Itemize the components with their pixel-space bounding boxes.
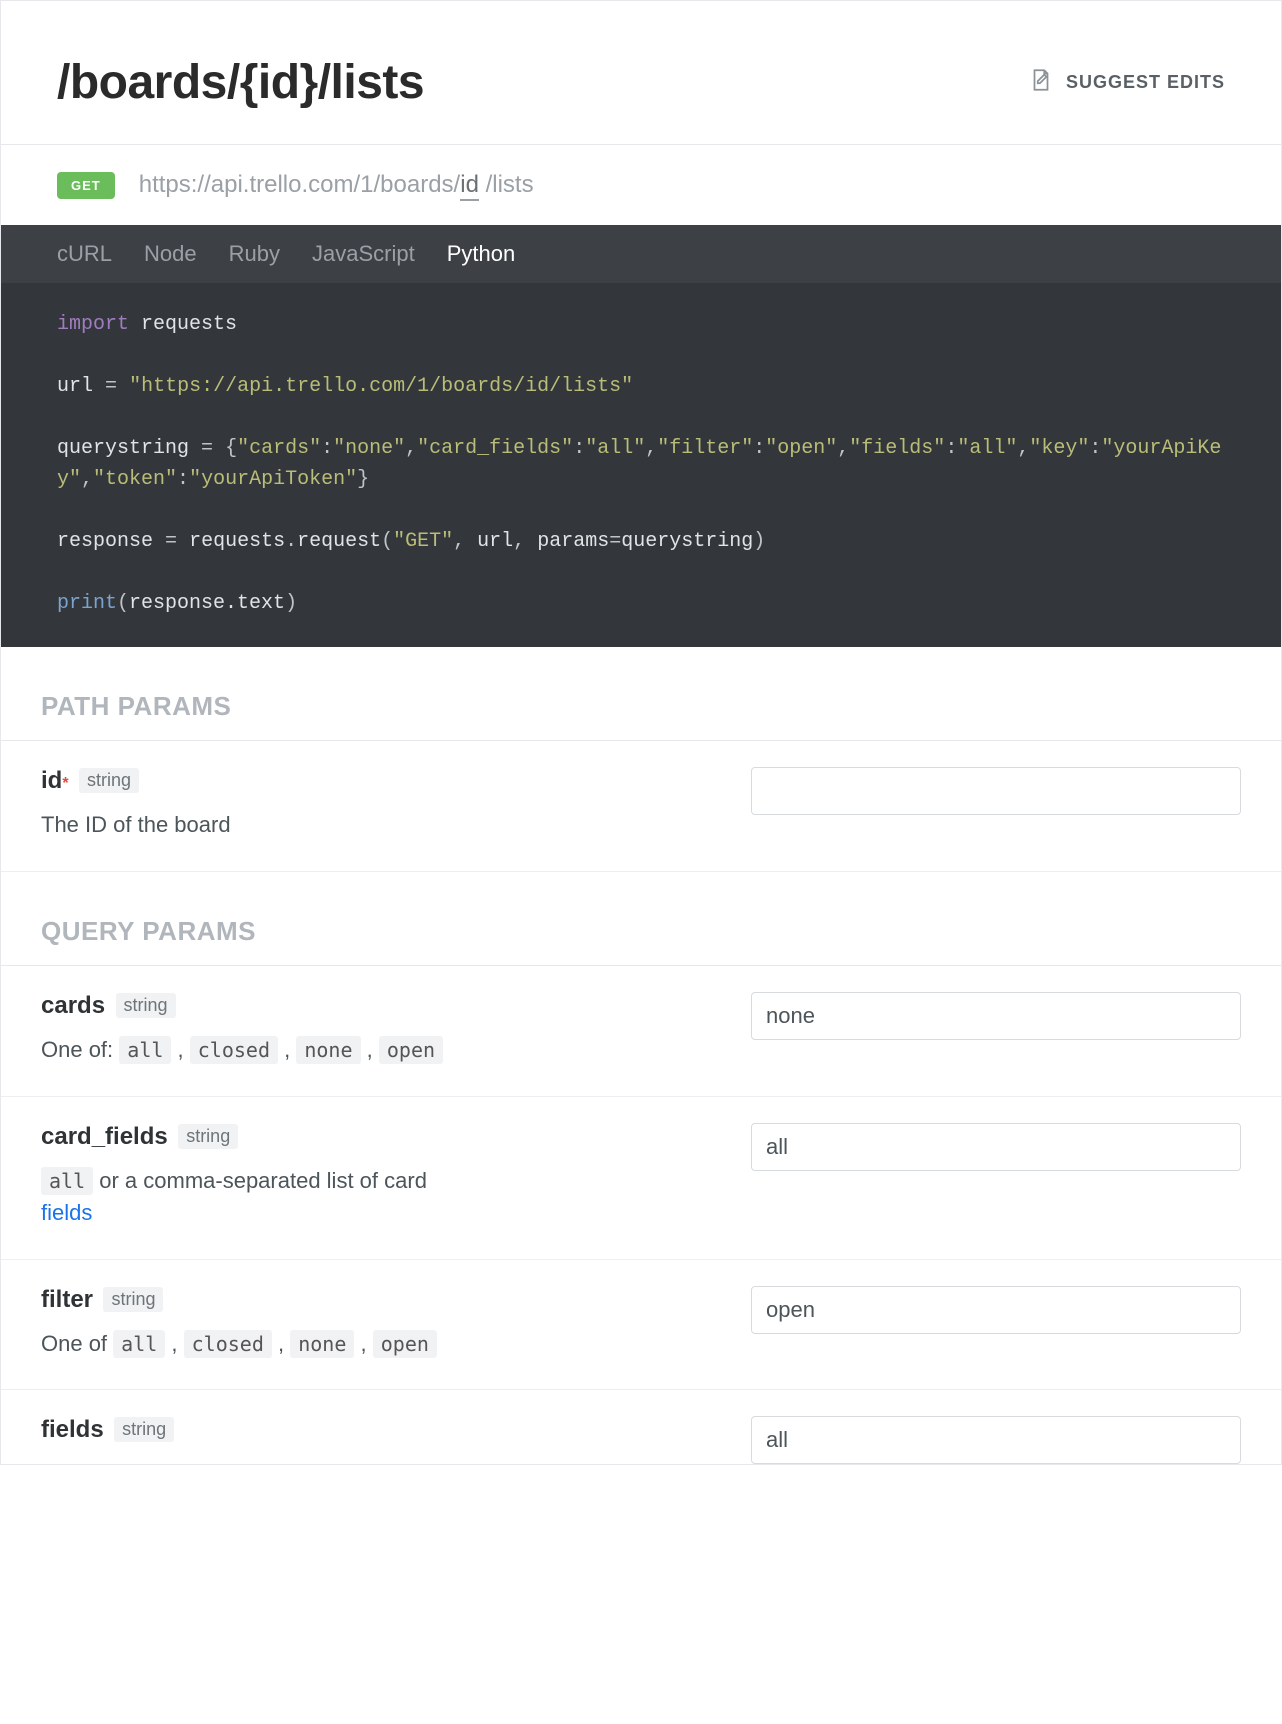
endpoint-url: https://api.trello.com/1/boards/id /list… [139, 171, 534, 199]
code-chip: none [296, 1036, 360, 1064]
tab-ruby[interactable]: Ruby [229, 241, 280, 267]
code-chip: open [373, 1330, 437, 1358]
tab-curl[interactable]: cURL [57, 241, 112, 267]
param-row-fields: fields string [1, 1390, 1281, 1464]
required-star-icon: * [62, 775, 68, 792]
code-chip: closed [190, 1036, 278, 1064]
param-input-cards[interactable] [751, 992, 1241, 1040]
param-row-cards: cards string One of: all , closed , none… [1, 966, 1281, 1097]
param-type-chip: string [178, 1124, 238, 1149]
code-chip: all [41, 1167, 93, 1195]
param-desc: One of: all , closed , none , open [41, 1034, 731, 1066]
code-chip: none [290, 1330, 354, 1358]
http-method-badge: GET [57, 172, 115, 199]
param-name: id [41, 767, 62, 794]
param-type-chip: string [79, 768, 139, 793]
param-name: cards [41, 992, 105, 1019]
param-input-fields[interactable] [751, 1416, 1241, 1464]
code-sample: import requests url = "https://api.trell… [1, 283, 1281, 647]
code-chip: open [379, 1036, 443, 1064]
path-params-heading: PATH PARAMS [1, 647, 1281, 741]
endpoint-url-suffix: /lists [486, 171, 534, 198]
tab-javascript[interactable]: JavaScript [312, 241, 415, 267]
tab-python[interactable]: Python [447, 241, 516, 267]
query-params-heading: QUERY PARAMS [1, 872, 1281, 966]
code-tabs-bar: cURL Node Ruby JavaScript Python [1, 225, 1281, 283]
code-chip: closed [184, 1330, 272, 1358]
param-desc: One of all , closed , none , open [41, 1328, 731, 1360]
param-desc: The ID of the board [41, 809, 731, 841]
pencil-doc-icon [1028, 67, 1054, 98]
param-desc: all or a comma-separated list of card fi… [41, 1165, 731, 1229]
param-row-id: id* string The ID of the board [1, 741, 1281, 872]
param-name: filter [41, 1286, 93, 1313]
suggest-edits-button[interactable]: SUGGEST EDITS [1028, 67, 1225, 98]
page-title: /boards/{id}/lists [57, 55, 424, 110]
suggest-edits-label: SUGGEST EDITS [1066, 72, 1225, 93]
param-row-filter: filter string One of all , closed , none… [1, 1260, 1281, 1391]
param-row-card-fields: card_fields string all or a comma-separa… [1, 1097, 1281, 1260]
tab-node[interactable]: Node [144, 241, 197, 267]
param-input-card-fields[interactable] [751, 1123, 1241, 1171]
param-name: card_fields [41, 1123, 168, 1150]
param-input-id[interactable] [751, 767, 1241, 815]
endpoint-url-row: GET https://api.trello.com/1/boards/id /… [1, 145, 1281, 225]
param-type-chip: string [103, 1287, 163, 1312]
code-chip: all [113, 1330, 165, 1358]
param-type-chip: string [116, 993, 176, 1018]
param-type-chip: string [114, 1417, 174, 1442]
endpoint-url-prefix: https://api.trello.com/1/boards/ [139, 171, 461, 198]
endpoint-url-param: id [460, 171, 479, 201]
fields-link[interactable]: fields [41, 1200, 92, 1225]
code-chip: all [119, 1036, 171, 1064]
param-input-filter[interactable] [751, 1286, 1241, 1334]
param-name: fields [41, 1416, 104, 1443]
